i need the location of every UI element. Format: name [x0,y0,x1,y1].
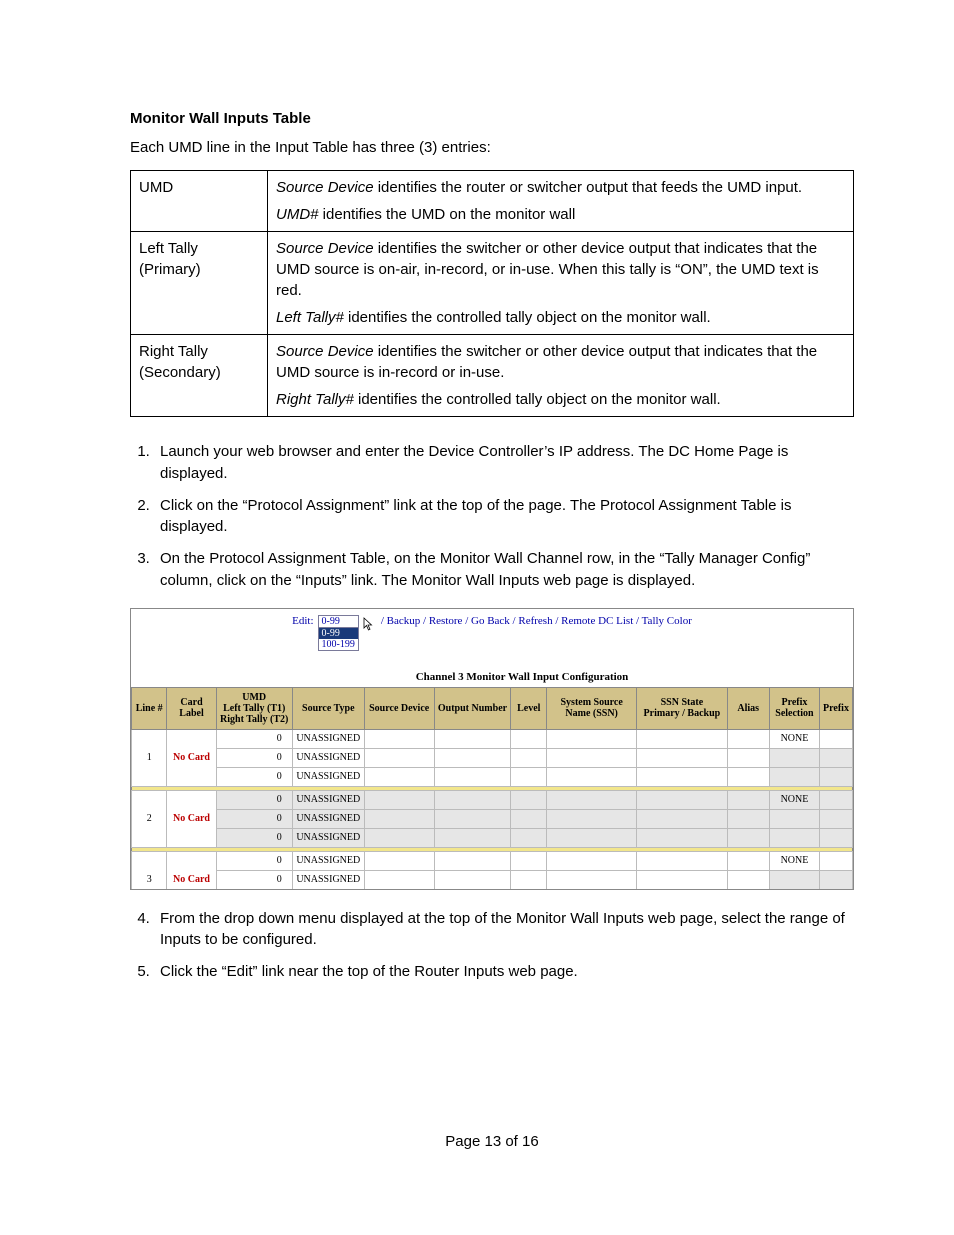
section-title: Monitor Wall Inputs Table [130,110,854,127]
wall-col-header: Prefix [820,687,853,729]
wall-col-header: Source Device [364,687,434,729]
def-desc: Source Device identifies the switcher or… [268,232,854,335]
line-number-cell: 2 [132,790,167,847]
range-select[interactable]: 0-99 0-99 100-199 [318,615,359,651]
step-item: From the drop down menu displayed at the… [154,908,854,952]
step-item: On the Protocol Assignment Table, on the… [154,548,854,592]
wall-col-header: Source Type [292,687,364,729]
wall-inputs-table: Line #Card LabelUMDLeft Tally (T1)Right … [131,687,853,890]
figure-link[interactable]: Restore [429,615,463,627]
table-row: 0UNASSIGNED [132,828,853,847]
table-row: 0UNASSIGNED [132,870,853,889]
def-term: UMD [131,171,268,232]
figure-link[interactable]: Tally Color [642,615,692,627]
wall-col-header: Alias [727,687,769,729]
def-term: Right Tally (Secondary) [131,335,268,417]
step-item: Click the “Edit” link near the top of th… [154,961,854,983]
table-row: 0UNASSIGNED [132,889,853,890]
step-item: Click on the “Protocol Assignment” link … [154,495,854,539]
intro-text: Each UMD line in the Input Table has thr… [130,137,854,158]
table-row: 2No Card0UNASSIGNEDNONE [132,790,853,809]
wall-col-header: UMDLeft Tally (T1)Right Tally (T2) [216,687,292,729]
card-label-cell: No Card [167,790,216,847]
figure-nav-links: / Backup / Restore / Go Back / Refresh /… [381,615,692,627]
wall-col-header: Prefix Selection [769,687,819,729]
wall-col-header: System Source Name (SSN) [547,687,637,729]
wall-col-header: Card Label [167,687,216,729]
line-number-cell: 1 [132,729,167,786]
card-label-cell: No Card [167,851,216,890]
line-number-cell: 3 [132,851,167,890]
figure-link[interactable]: Go Back [471,615,510,627]
card-label-cell: No Card [167,729,216,786]
wall-col-header: SSN StatePrimary / Backup [637,687,727,729]
figure-link[interactable]: Backup [387,615,421,627]
figure-link[interactable]: Refresh [518,615,552,627]
steps-list-continued: From the drop down menu displayed at the… [130,908,854,983]
figure-link[interactable]: Remote DC List [561,615,633,627]
edit-link[interactable]: Edit: [292,615,313,627]
table-row: 1No Card0UNASSIGNEDNONE [132,729,853,748]
step-item: Launch your web browser and enter the De… [154,441,854,485]
page-content: Monitor Wall Inputs Table Each UMD line … [0,0,954,1210]
wall-col-header: Output Number [434,687,511,729]
def-desc: Source Device identifies the switcher or… [268,335,854,417]
table-row: 3No Card0UNASSIGNEDNONE [132,851,853,870]
steps-list: Launch your web browser and enter the De… [130,441,854,592]
page-footer: Page 13 of 16 [130,1133,854,1150]
table-row: 0UNASSIGNED [132,767,853,786]
wall-col-header: Line # [132,687,167,729]
figure-caption: Channel 3 Monitor Wall Input Configurati… [191,671,853,683]
wall-col-header: Level [511,687,547,729]
definition-table: UMDSource Device identifies the router o… [130,170,854,417]
table-row: 0UNASSIGNED [132,809,853,828]
cursor-icon [363,617,373,631]
def-term: Left Tally (Primary) [131,232,268,335]
table-row: 0UNASSIGNED [132,748,853,767]
def-desc: Source Device identifies the router or s… [268,171,854,232]
screenshot-figure: Edit: 0-99 0-99 100-199 / Backup / Resto… [130,608,854,890]
